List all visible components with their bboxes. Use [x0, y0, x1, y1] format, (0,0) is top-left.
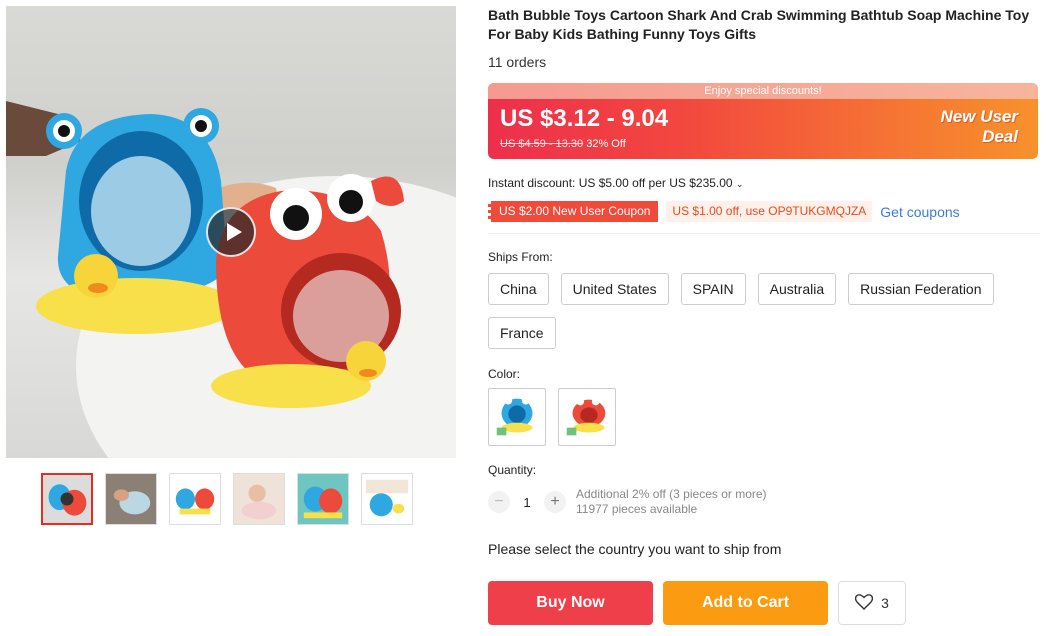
original-price-line: US $4.59 - 13.30 32% Off: [500, 138, 626, 150]
product-title: Bath Bubble Toys Cartoon Shark And Crab …: [488, 7, 1030, 42]
color-options: [488, 388, 1040, 446]
quantity-increase-button[interactable]: +: [544, 491, 566, 513]
quantity-notes: Additional 2% off (3 pieces or more) 119…: [576, 487, 767, 517]
thumbnail-3[interactable]: [169, 473, 221, 525]
ship-option-russian-federation[interactable]: Russian Federation: [848, 273, 994, 305]
order-count: 11 orders: [488, 54, 547, 70]
ship-option-france[interactable]: France: [488, 317, 556, 349]
buy-now-button[interactable]: Buy Now: [488, 581, 653, 625]
new-user-coupon[interactable]: US $2.00 New User Coupon: [488, 201, 659, 222]
coupon-row: US $2.00 New User Coupon US $1.00 off, u…: [488, 201, 1040, 222]
stock-note: 11977 pieces available: [576, 502, 698, 516]
price-banner: Enjoy special discounts! US $3.12 - 9.04…: [488, 83, 1038, 159]
discount-strip: Enjoy special discounts!: [488, 83, 1038, 99]
get-coupons-link[interactable]: Get coupons: [880, 204, 959, 220]
wishlist-count: 3: [881, 595, 889, 611]
instant-discount-text: Instant discount: US $5.00 off per US $2…: [488, 176, 733, 190]
bulk-discount-note: Additional 2% off (3 pieces or more): [576, 487, 767, 501]
heart-icon: [854, 593, 874, 613]
quantity-stepper: − 1 + Additional 2% off (3 pieces or mor…: [488, 487, 1040, 517]
thumbnail-6[interactable]: [361, 473, 413, 525]
divider: [488, 233, 1040, 234]
ships-from-label: Ships From:: [488, 250, 553, 264]
add-to-cart-button[interactable]: Add to Cart: [663, 581, 828, 625]
instant-discount[interactable]: Instant discount: US $5.00 off per US $2…: [488, 176, 1040, 190]
wishlist-button[interactable]: 3: [838, 581, 906, 625]
ship-country-prompt: Please select the country you want to sh…: [488, 541, 782, 557]
coupon-code[interactable]: US $1.00 off, use OP9TUKGMQJZA: [666, 201, 873, 222]
thumbnail-2[interactable]: [105, 473, 157, 525]
ship-option-china[interactable]: China: [488, 273, 549, 305]
quantity-decrease-button[interactable]: −: [488, 491, 510, 513]
quantity-input[interactable]: 1: [510, 495, 544, 510]
thumbnail-1[interactable]: [41, 473, 93, 525]
discount-percent: 32% Off: [586, 138, 626, 150]
deal-line-1: New User: [940, 107, 1018, 126]
price-range: US $3.12 - 9.04: [500, 105, 669, 132]
chevron-down-icon: ⌄: [735, 179, 744, 189]
ship-option-united-states[interactable]: United States: [560, 273, 669, 305]
play-video-button[interactable]: [206, 207, 256, 257]
thumbnail-strip: [41, 473, 413, 525]
ship-option-spain[interactable]: SPAIN: [680, 273, 746, 305]
new-user-deal-badge: New User Deal: [941, 107, 1018, 147]
ships-from-options: China United States SPAIN Australia Russ…: [488, 273, 1028, 349]
color-label: Color:: [488, 367, 521, 381]
color-option-shark[interactable]: [488, 388, 546, 446]
product-main-image[interactable]: [6, 6, 456, 458]
action-row: Buy Now Add to Cart 3: [488, 581, 1040, 625]
ship-option-australia[interactable]: Australia: [757, 273, 837, 305]
original-price: US $4.59 - 13.30: [500, 138, 584, 150]
quantity-label: Quantity:: [488, 463, 537, 477]
product-info: Bath Bubble Toys Cartoon Shark And Crab …: [488, 6, 1040, 625]
thumbnail-4[interactable]: [233, 473, 285, 525]
color-option-crab[interactable]: [558, 388, 616, 446]
thumbnail-5[interactable]: [297, 473, 349, 525]
deal-line-2: Deal: [982, 127, 1018, 146]
